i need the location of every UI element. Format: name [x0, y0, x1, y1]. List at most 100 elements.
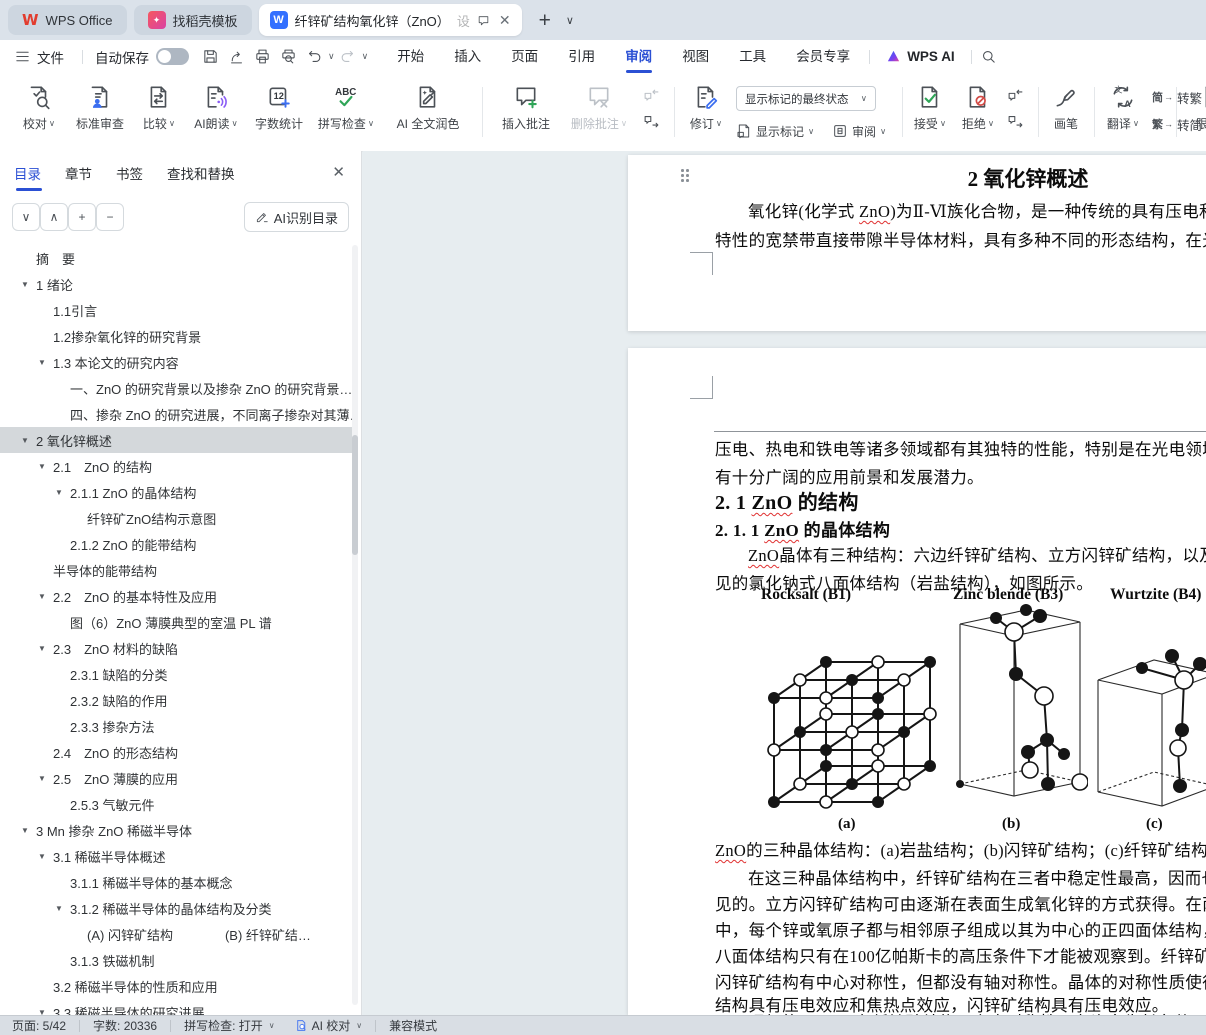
toc-item[interactable]: 3.1.3 铁磁机制 — [0, 947, 352, 973]
collapse-arrow-icon[interactable]: ▼ — [38, 774, 53, 783]
page-indicator[interactable]: 页面: 5/42 — [12, 1017, 66, 1034]
spell-check-button[interactable]: ABC 拼写检查∨ — [312, 82, 380, 142]
collapse-arrow-icon[interactable]: ▼ — [38, 462, 53, 471]
accept-button[interactable]: 接受∨ — [908, 82, 952, 142]
collapse-arrow-icon[interactable]: ▼ — [55, 488, 70, 497]
restrict-editing-button[interactable]: 限制编 — [1182, 82, 1206, 142]
reject-button[interactable]: 拒绝∨ — [956, 82, 1000, 142]
tab-list-chevron-icon[interactable]: ∨ — [566, 14, 574, 27]
toc-item[interactable]: 2.3.2 缺陷的作用 — [0, 687, 352, 713]
ai-read-button[interactable]: AI朗读∨ — [186, 82, 246, 142]
toc-item[interactable]: ▼3 Mn 掺杂 ZnO 稀磁半导体 — [0, 817, 352, 843]
toc-item[interactable]: 2.3.3 掺杂方法 — [0, 713, 352, 739]
toc-item[interactable]: 半导体的能带结构 — [0, 557, 352, 583]
toc-item[interactable]: 四、掺杂 ZnO 的研究进展，不同离子掺杂对其薄… — [0, 401, 352, 427]
toc-item[interactable]: 2.4 ZnO 的形态结构 — [0, 739, 352, 765]
toc-item[interactable]: 1.1引言 — [0, 297, 352, 323]
toc-item[interactable]: ▼2.2 ZnO 的基本特性及应用 — [0, 583, 352, 609]
toc-item[interactable]: 3.2 稀磁半导体的性质和应用 — [0, 973, 352, 999]
toc-item[interactable]: 1.2掺杂氧化锌的研究背景 — [0, 323, 352, 349]
toc-item[interactable]: ▼2.1 ZnO 的结构 — [0, 453, 352, 479]
toc-item[interactable]: ▼2.3 ZnO 材料的缺陷 — [0, 635, 352, 661]
tab-template[interactable]: ✦ 找稻壳模板 — [134, 5, 252, 35]
menu-home[interactable]: 开始 — [382, 40, 439, 73]
ai-detect-toc-button[interactable]: AI识别目录 — [244, 202, 349, 232]
sidebar-scrollbar[interactable] — [352, 245, 358, 1005]
collapse-arrow-icon[interactable]: ▼ — [55, 904, 70, 913]
previous-comment-button[interactable] — [640, 85, 662, 106]
track-changes-button[interactable]: 修订∨ — [684, 82, 728, 142]
next-revision-button[interactable] — [1004, 111, 1026, 132]
autosave-toggle[interactable] — [156, 48, 189, 65]
new-tab-button[interactable]: + — [539, 10, 551, 31]
menu-tools[interactable]: 工具 — [724, 40, 781, 73]
export-pdf-button[interactable] — [223, 45, 249, 69]
save-button[interactable] — [197, 45, 223, 69]
delete-comment-button[interactable]: 删除批注∨ — [562, 82, 636, 142]
markup-state-dropdown[interactable]: 显示标记的最终状态 ∨ — [736, 86, 876, 111]
tab-bookmarks[interactable]: 书签 — [116, 163, 143, 191]
collapse-arrow-icon[interactable]: ▼ — [21, 436, 36, 445]
word-count-indicator[interactable]: 字数: 20336 — [93, 1017, 157, 1034]
toc-item[interactable]: ▼2.5 ZnO 薄膜的应用 — [0, 765, 352, 791]
close-sidebar-icon[interactable]: ✕ — [332, 163, 345, 181]
close-tab-icon[interactable]: ✕ — [499, 12, 511, 29]
print-button[interactable] — [249, 45, 275, 69]
next-comment-button[interactable] — [640, 111, 662, 132]
collapse-arrow-icon[interactable]: ▼ — [38, 592, 53, 601]
search-button[interactable] — [976, 45, 1002, 69]
comment-bubble-icon[interactable] — [477, 14, 490, 27]
collapse-arrow-icon[interactable]: ▼ — [21, 280, 36, 289]
toc-item[interactable]: ▼3.1 稀磁半导体概述 — [0, 843, 352, 869]
spellcheck-indicator[interactable]: 拼写检查: 打开∨ — [184, 1017, 275, 1034]
undo-chevron-icon[interactable]: ∨ — [328, 51, 335, 62]
menu-page[interactable]: 页面 — [496, 40, 553, 73]
tab-find-replace[interactable]: 查找和替换 — [167, 163, 235, 191]
autosave-control[interactable]: 自动保存 — [87, 47, 197, 67]
file-menu[interactable]: 文件 — [0, 47, 78, 67]
proofread-button[interactable]: 校对∨ — [14, 82, 64, 142]
compare-button[interactable]: 比较∨ — [134, 82, 184, 142]
compat-mode-indicator[interactable]: 兼容模式 — [389, 1017, 437, 1034]
collapse-arrow-icon[interactable]: ▼ — [38, 644, 53, 653]
ai-proof-indicator[interactable]: AI 校对∨ — [295, 1017, 363, 1034]
toc-item[interactable]: ▼2.1.1 ZnO 的晶体结构 — [0, 479, 352, 505]
ai-polish-button[interactable]: AI 全文润色 — [382, 82, 474, 142]
menu-member[interactable]: 会员专享 — [781, 40, 865, 73]
menu-review[interactable]: 审阅 — [610, 40, 667, 73]
document-canvas[interactable]: 2 氧化锌概述 氧化锌(化学式 ZnO)为Ⅱ-Ⅵ族化合物，是一种传统的具有压电和… — [363, 151, 1206, 1015]
toc-item[interactable]: ▼1 绪论 — [0, 271, 352, 297]
toc-item[interactable]: 图（6）ZnO 薄膜典型的室温 PL 谱 — [0, 609, 352, 635]
review-pane-button[interactable]: 审阅∨ — [832, 120, 886, 142]
expand-down-button[interactable]: ∨ — [12, 203, 40, 231]
toc-item[interactable]: 一、ZnO 的研究背景以及掺杂 ZnO 的研究背景… — [0, 375, 352, 401]
collapse-arrow-icon[interactable]: ▼ — [21, 826, 36, 835]
menu-view[interactable]: 视图 — [667, 40, 724, 73]
expand-all-button[interactable]: + — [68, 203, 96, 231]
tab-chapters[interactable]: 章节 — [65, 163, 92, 191]
collapse-arrow-icon[interactable]: ▼ — [38, 358, 53, 367]
menu-insert[interactable]: 插入 — [439, 40, 496, 73]
redo-button[interactable] — [335, 45, 361, 69]
word-count-button[interactable]: 12 字数统计 — [248, 82, 310, 142]
document-page-4[interactable]: 2 氧化锌概述 氧化锌(化学式 ZnO)为Ⅱ-Ⅵ族化合物，是一种传统的具有压电和… — [628, 155, 1206, 331]
toc-item[interactable]: 2.1.2 ZnO 的能带结构 — [0, 531, 352, 557]
toc-item[interactable]: 2.5.3 气敏元件 — [0, 791, 352, 817]
toc-item[interactable]: ▼1.3 本论文的研究内容 — [0, 349, 352, 375]
scrollbar-thumb[interactable] — [352, 435, 358, 555]
ink-brush-button[interactable]: 画笔 — [1044, 82, 1088, 142]
show-markup-button[interactable]: 显示标记∨ — [736, 120, 814, 142]
collapse-all-button[interactable]: − — [96, 203, 124, 231]
print-preview-button[interactable] — [275, 45, 301, 69]
standard-review-button[interactable]: 标准审查 — [68, 82, 132, 142]
toc-item-selected[interactable]: ▼2 氧化锌概述 — [0, 427, 352, 453]
tab-document-active[interactable]: W 纤锌矿结构氧化锌（ZnO） 设 ✕ — [259, 4, 522, 36]
toc-item[interactable]: (A) 闪锌矿结构 (B) 纤锌矿结… — [0, 921, 352, 947]
toc-item[interactable]: 纤锌矿ZnO结构示意图 — [0, 505, 352, 531]
translate-button[interactable]: A文 翻译∨ — [1100, 82, 1146, 142]
tab-wps-office[interactable]: W WPS Office — [8, 5, 127, 35]
insert-comment-button[interactable]: 插入批注 — [494, 82, 558, 142]
collapse-up-button[interactable]: ∧ — [40, 203, 68, 231]
collapse-arrow-icon[interactable]: ▼ — [38, 1008, 53, 1016]
quickbar-chevron-icon[interactable]: ∨ — [362, 51, 369, 62]
